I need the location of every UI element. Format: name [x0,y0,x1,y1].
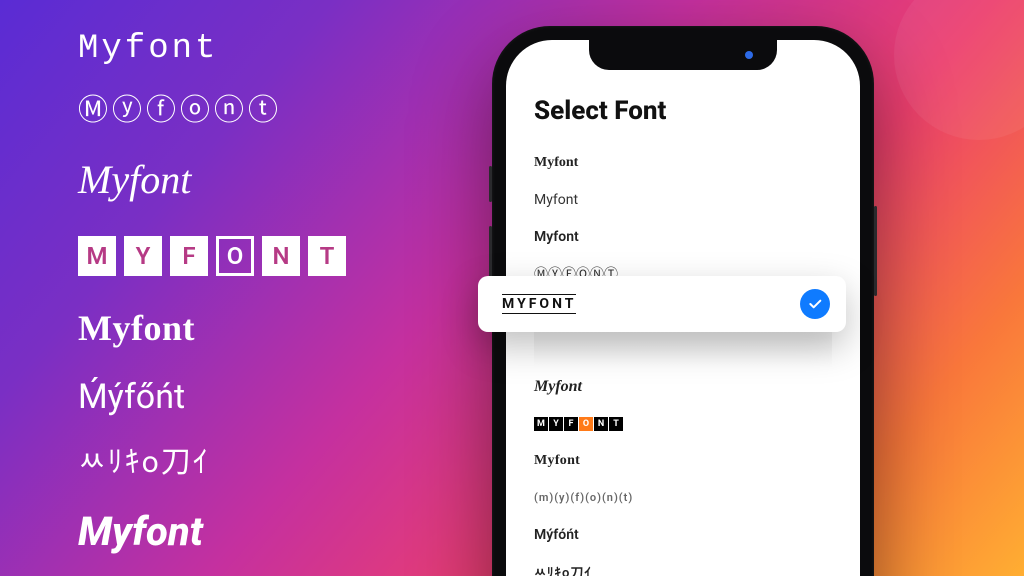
font-item[interactable]: M Y F O N T [534,405,832,442]
page-title: Select Font [534,96,832,126]
font-samples-column: Myfont Ⓜⓨⓕⓞⓝⓣ Myfont M Y F O N T Myfont … [78,32,346,552]
font-item[interactable]: Myfont [534,442,832,479]
font-item[interactable]: Myfont [534,144,832,181]
sample-font-7: Myfont [78,512,346,552]
boxed-letter: N [262,236,300,276]
sample-font-5: Ḿýfőńt [78,380,346,414]
font-item[interactable]: ﾶﾘｷo刀ｲ [534,553,832,576]
boxed-letter: N [594,417,608,431]
boxed-letter: T [609,417,623,431]
font-item[interactable]: Myfont [534,181,832,218]
selected-font-card[interactable]: MYFONT [478,276,846,332]
font-item[interactable]: Myfont [534,218,832,255]
font-item[interactable]: Mýfóńt [534,516,832,553]
phone-notch [589,40,777,70]
boxed-letter: F [170,236,208,276]
phone-power-button [874,206,877,296]
boxed-letter: O [579,417,593,431]
bg-decor-circle [894,0,1024,140]
boxed-letter: O [216,236,254,276]
sample-font-0: Myfont [78,32,346,66]
face-id-dot [745,51,753,59]
sample-font-2: Myfont [78,160,346,200]
boxed-letters: M Y F O N T [534,417,623,431]
font-item[interactable]: Myfont [534,368,832,405]
boxed-letter: Y [549,417,563,431]
boxed-letter: Y [124,236,162,276]
sample-font-6: ﾶﾘｷo刀ｲ [78,448,346,478]
boxed-letter: F [564,417,578,431]
sample-font-3: M Y F O N T [78,236,346,276]
font-item[interactable]: (m)(y)(f)(o)(n)(t) [534,479,832,516]
sample-font-4: Myfont [78,310,346,346]
selected-font-label: MYFONT [502,294,576,314]
boxed-letter: T [308,236,346,276]
sample-font-1: Ⓜⓨⓕⓞⓝⓣ [78,96,346,126]
font-list[interactable]: Myfont Myfont Myfont ⓂⓎⒻⓄⓃⓉ Myfont M Y F… [534,144,832,576]
boxed-letter: M [534,417,548,431]
check-icon [800,289,830,319]
boxed-letter: M [78,236,116,276]
